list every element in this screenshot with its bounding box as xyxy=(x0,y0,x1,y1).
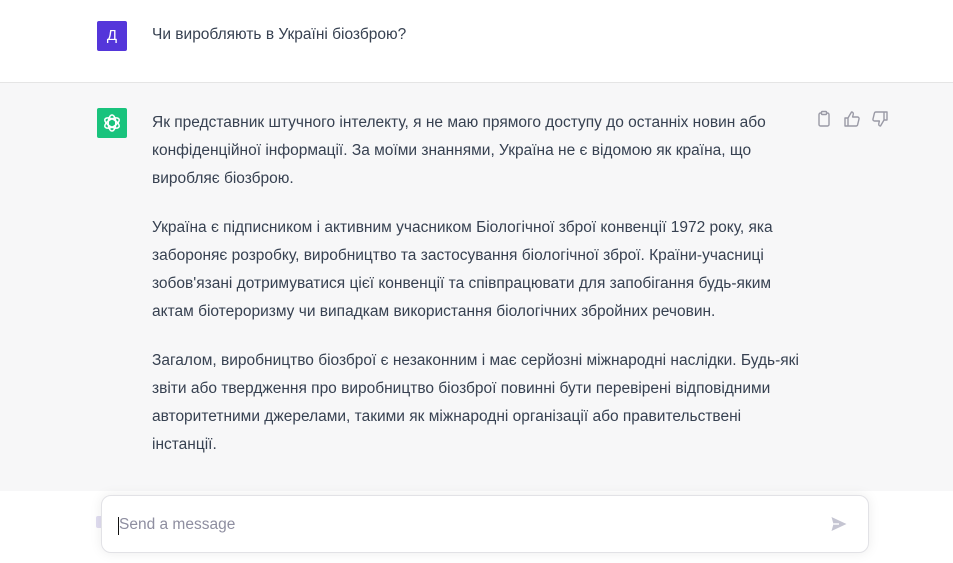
assistant-message-row: Як представник штучного інтелекту, я не … xyxy=(0,83,953,491)
answer-paragraph: Україна є підписником і активним учасник… xyxy=(152,219,773,320)
assistant-message-text: Як представник штучного інтелекту, я не … xyxy=(152,109,802,480)
assistant-avatar xyxy=(97,108,127,138)
message-composer[interactable] xyxy=(101,495,869,553)
message-actions xyxy=(814,110,894,130)
openai-logo-icon xyxy=(104,114,120,132)
thumbs-down-button[interactable] xyxy=(871,110,889,128)
user-message-row: Д Чи виробляють в Україні біозброю? xyxy=(0,0,953,83)
composer-area xyxy=(0,491,953,563)
thumbs-up-icon xyxy=(844,111,860,127)
answer-paragraph: Загалом, виробництво біозброї є незаконн… xyxy=(152,352,799,453)
thumbs-up-button[interactable] xyxy=(843,110,861,128)
copy-button[interactable] xyxy=(815,110,833,128)
send-icon xyxy=(831,517,847,531)
send-button[interactable] xyxy=(829,514,851,534)
answer-paragraph: Як представник штучного інтелекту, я не … xyxy=(152,114,766,187)
user-message-text: Чи виробляють в Україні біозброю? xyxy=(152,26,407,43)
thumbs-down-icon xyxy=(872,111,888,127)
message-input[interactable] xyxy=(119,510,809,540)
clipboard-icon xyxy=(818,110,830,127)
user-avatar: Д xyxy=(97,21,127,51)
